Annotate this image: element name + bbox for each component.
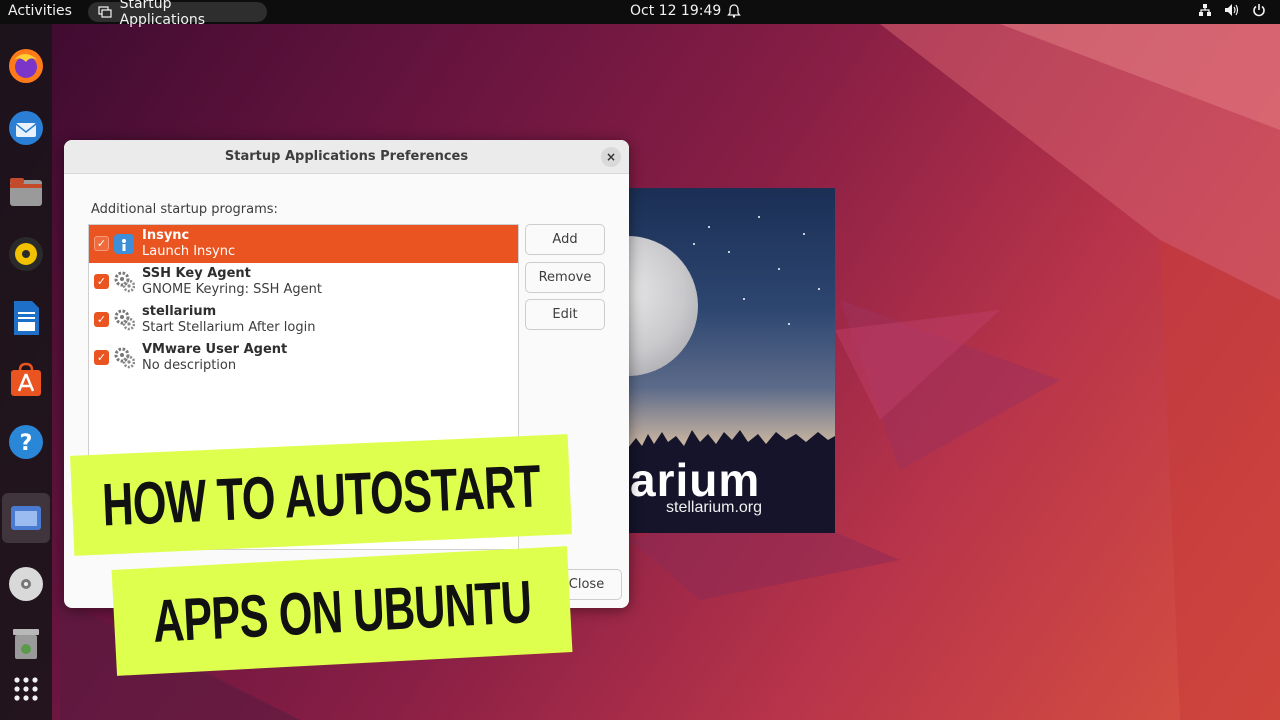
thunderbird-icon[interactable] [5,107,47,149]
libreoffice-writer-icon[interactable] [5,297,47,339]
startup-applications-icon[interactable] [5,497,47,539]
insync-icon [113,233,135,255]
banner-text-1: HOW TO AUTOSTART [100,451,542,539]
banner-text-2: APPS ON UBUNTU [151,567,533,655]
item-description: Launch Insync [142,244,236,259]
network-icon [1199,4,1211,16]
list-item[interactable]: ✓ stellarium Start Stellarium After logi… [89,301,518,339]
list-item[interactable]: ✓ SSH Key Agent GNOME Keyring: SSH Agent [89,263,518,301]
clock[interactable]: Oct 12 19:49 [630,3,742,19]
app-menu[interactable]: Startup Applications [88,0,267,28]
star [693,243,695,245]
stellarium-splash: arium stellarium.org [628,188,835,533]
star [728,251,730,253]
checkbox-checked-icon[interactable]: ✓ [94,274,109,289]
ubuntu-software-icon[interactable] [5,359,47,401]
remove-button[interactable]: Remove [525,262,605,293]
dvd-drive-icon[interactable] [5,563,47,605]
list-item[interactable]: ✓ VMware User Agent No description [89,339,518,377]
splash-site: stellarium.org [666,499,763,516]
star [818,288,820,290]
top-bar: Activities Startup Applications Oct 12 1… [0,0,1280,28]
star [788,323,790,325]
activities-button[interactable]: Activities [8,3,72,19]
gears-icon [113,271,135,293]
checkbox-checked-icon[interactable]: ✓ [94,312,109,327]
dock: ? [0,24,52,720]
edit-button[interactable]: Edit [525,299,605,330]
item-name: SSH Key Agent [142,266,251,281]
star [758,216,760,218]
power-icon [1253,4,1265,17]
bell-icon [727,4,742,18]
star [743,298,745,300]
star [778,268,780,270]
rhythmbox-icon[interactable] [5,233,47,275]
system-tray[interactable] [1198,3,1266,17]
show-applications-icon[interactable] [5,668,47,710]
trash-icon[interactable] [5,622,47,664]
item-name: Insync [142,228,190,243]
moon-graphic [628,236,698,376]
section-label: Additional startup programs: [91,202,278,217]
item-description: No description [142,358,237,373]
gears-icon [113,309,135,331]
checkbox-checked-icon[interactable]: ✓ [94,350,109,365]
checkbox-checked-icon[interactable]: ✓ [94,236,109,251]
svg-text:?: ? [20,431,33,456]
close-icon[interactable]: × [601,147,621,167]
add-button[interactable]: Add [525,224,605,255]
item-name: VMware User Agent [142,342,288,357]
clock-label: Oct 12 19:49 [630,3,722,19]
help-icon[interactable]: ? [5,421,47,463]
firefox-icon[interactable] [5,45,47,87]
item-name: stellarium [142,304,217,319]
window-stack-icon [98,6,112,18]
dialog-header: Startup Applications Preferences × [64,140,629,174]
item-description: Start Stellarium After login [142,320,316,335]
gears-icon [113,347,135,369]
volume-icon [1225,4,1239,16]
files-icon[interactable] [5,171,47,213]
app-menu-label: Startup Applications [119,0,206,28]
list-item[interactable]: ✓ Insync Launch Insync [89,225,518,263]
star [708,226,710,228]
dialog-title: Startup Applications Preferences [224,149,469,164]
item-description: GNOME Keyring: SSH Agent [142,282,323,297]
star [803,233,805,235]
